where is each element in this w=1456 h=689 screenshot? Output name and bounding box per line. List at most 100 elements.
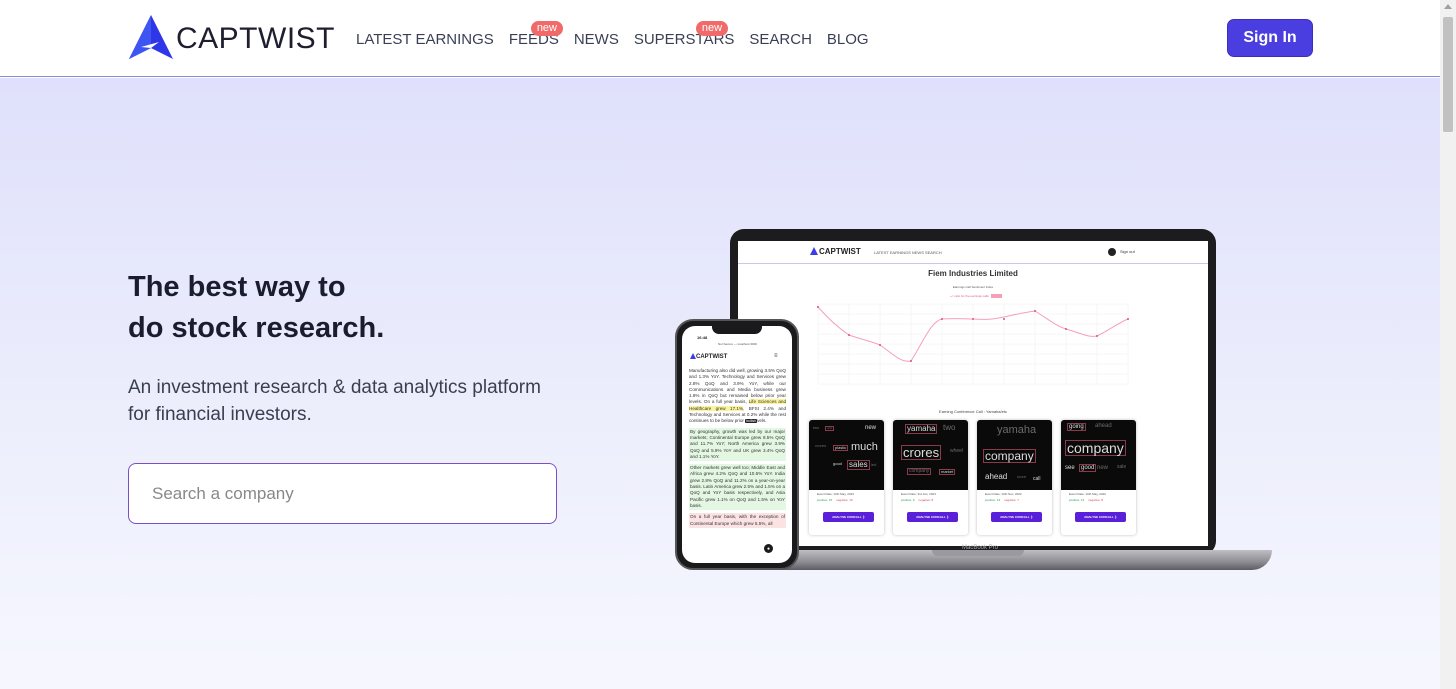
cloud-word: company	[1065, 440, 1126, 456]
laptop-screen: CAPTWIST LATEST EARNINGS NEWS SEARCH Sig…	[738, 241, 1208, 546]
mock-section-title: Earning Conference Call : Yamaha/etc	[939, 409, 1007, 414]
mock-nav: LATEST EARNINGS NEWS SEARCH	[874, 250, 942, 255]
mock-legend-label: +/- ratio for the earnings calls	[950, 294, 989, 298]
phone-notch	[712, 326, 762, 334]
nav-latest-earnings-label: LATEST EARNINGS	[356, 31, 494, 48]
cloud-word: crores	[901, 445, 942, 460]
sentiment-tag: bullish	[745, 419, 758, 424]
mock-sentiment-chart	[817, 303, 1129, 385]
mock-signout: Sign out	[1108, 248, 1135, 256]
top-navbar: CAPTWIST LATEST EARNINGS FEEDS new NEWS …	[0, 0, 1440, 77]
mock-logo-text: CAPTWIST	[819, 247, 861, 256]
cloud-word: crore	[1017, 474, 1027, 479]
phone-logo: CAPTWIST	[690, 353, 727, 360]
cloud-word: ahead	[985, 472, 1008, 481]
transcript-text: vels.	[757, 418, 767, 424]
card-date: Event Date: 10th May, 2023	[817, 492, 854, 496]
legend-swatch	[990, 294, 1002, 299]
phone-mockup: 16:48 Not Secure — localhost:3000 CAPTWI…	[675, 319, 799, 570]
word-cloud: two unit new much crores plastic good sa…	[809, 420, 884, 490]
nav-blog-label: BLOG	[826, 31, 869, 48]
card-sentiment: positive: 9 negative: 8	[901, 498, 933, 502]
concall-card: yamaha two crores wheel company market E…	[893, 420, 968, 535]
cloud-word: yamaha	[997, 424, 1037, 436]
word-cloud: going ahead company see good new sale	[1061, 420, 1136, 490]
cloud-word: good	[1079, 464, 1097, 472]
mock-logo-icon	[810, 247, 818, 255]
cloud-word: crores	[815, 443, 827, 448]
cloud-word: much	[851, 441, 878, 453]
negative-count: negative: 10	[836, 498, 853, 502]
card-date: Event Date: 10th May, 2022	[1069, 492, 1106, 496]
word-cloud: yamaha company ahead crore call	[977, 420, 1052, 490]
negative-paragraph: On a full year basis, with the exception…	[689, 513, 786, 528]
card-sentiment: positive: 15 negative: 10	[817, 498, 853, 502]
mock-chart-title: Earnings Call Sentiment Index	[952, 285, 994, 289]
concall-card: yamaha company ahead crore call Event Da…	[977, 420, 1052, 535]
analyse-concall-button[interactable]: ANALYSE CONCALL ❯	[1075, 512, 1126, 522]
cloud-word: call	[1033, 476, 1041, 482]
phone-logo-text: CAPTWIST	[696, 354, 728, 360]
positive-count: positive: 9	[901, 498, 915, 502]
scrollbar-thumb[interactable]	[1443, 17, 1453, 132]
cloud-word: unit	[825, 426, 834, 431]
page-scrollbar[interactable]	[1440, 0, 1456, 689]
cloud-word: two	[813, 425, 820, 430]
nav-search[interactable]: SEARCH	[749, 31, 812, 48]
mock-company-title: Fiem Industries Limited	[928, 269, 1018, 278]
mock-chart-legend: +/- ratio for the earnings calls	[950, 294, 1002, 299]
scroll-up-arrow-icon[interactable]	[1444, 4, 1452, 9]
positive-paragraph: Other markets grew well too; Middle East…	[689, 464, 786, 511]
card-date: Event Date: 10th Nov, 2022	[985, 492, 1022, 496]
cloud-word: sales	[847, 460, 870, 470]
cloud-word: yamaha	[905, 424, 938, 434]
hero-headline-line-2: do stock research.	[128, 312, 385, 344]
positive-paragraph: By geography, growth was led by our majo…	[689, 427, 786, 462]
captwist-logo-icon	[129, 15, 173, 59]
nav-latest-earnings[interactable]: LATEST EARNINGS	[356, 31, 494, 48]
phone-url: Not Secure — localhost:3000	[718, 342, 758, 346]
analyse-concall-button[interactable]: ANALYSE CONCALL ❯	[907, 512, 958, 522]
hero-headline: The best way to do stock research.	[128, 267, 384, 349]
new-badge: new	[695, 21, 729, 36]
cloud-word: see	[1065, 465, 1075, 471]
mock-signout-label: Sign out	[1120, 249, 1135, 255]
cloud-word: market	[939, 469, 956, 475]
cloud-word: company	[907, 468, 932, 475]
negative-count: negative: 8	[918, 498, 934, 502]
nav-news-label: NEWS	[573, 31, 619, 48]
nav-superstars[interactable]: SUPERSTARS new	[634, 21, 734, 48]
concall-card: going ahead company see good new sale Ev…	[1061, 420, 1136, 535]
analyse-concall-button[interactable]: ANALYSE CONCALL ❯	[991, 512, 1042, 522]
brand-logo[interactable]: CAPTWIST	[128, 14, 335, 60]
card-sentiment: positive: 13 negative: 7	[985, 498, 1019, 502]
nav-search-label: SEARCH	[749, 31, 812, 48]
hero-headline-line-1: The best way to	[128, 271, 346, 303]
negative-count: negative: 8	[1088, 498, 1103, 502]
cloud-word: company	[983, 449, 1036, 463]
nav-feeds[interactable]: FEEDS new	[509, 21, 563, 48]
cloud-word: going	[1067, 423, 1086, 431]
card-sentiment: positive: 13 negative: 8	[1069, 498, 1103, 502]
new-badge: new	[530, 21, 563, 36]
analyse-concall-button[interactable]: ANALYSE CONCALL ❯	[823, 512, 874, 522]
company-search-input[interactable]	[128, 463, 557, 524]
cloud-word: plastic	[833, 445, 849, 451]
concall-card: two unit new much crores plastic good sa…	[809, 420, 884, 535]
card-date: Event Date: 3rd Jan, 2023	[901, 492, 936, 496]
sign-in-button[interactable]: Sign In	[1227, 19, 1313, 57]
word-cloud: yamaha two crores wheel company market	[893, 420, 968, 490]
nav-news[interactable]: NEWS	[574, 31, 619, 48]
positive-count: positive: 13	[985, 498, 1001, 502]
cloud-word: wheel	[950, 448, 964, 454]
cloud-word: new	[865, 425, 877, 431]
nav-blog[interactable]: BLOG	[827, 31, 869, 48]
mock-logo: CAPTWIST	[810, 247, 861, 256]
cloud-word: good	[833, 461, 842, 466]
phone-screen: 16:48 Not Secure — localhost:3000 CAPTWI…	[682, 326, 792, 563]
mock-header: CAPTWIST LATEST EARNINGS NEWS SEARCH Sig…	[738, 241, 1208, 264]
hamburger-menu-icon: ≡	[774, 353, 778, 359]
transcript-paragraph: Manufacturing also did well, growing 3.5…	[689, 368, 786, 425]
cloud-word: ahead	[1095, 423, 1112, 429]
main-nav: LATEST EARNINGS FEEDS new NEWS SUPERSTAR…	[356, 21, 884, 48]
